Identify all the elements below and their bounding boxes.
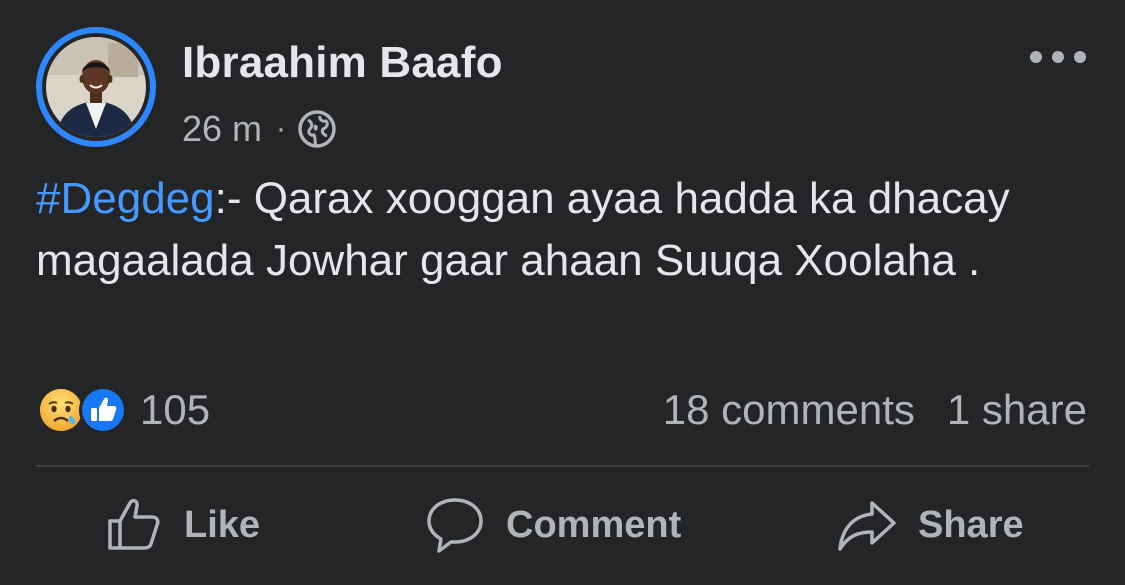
engagement-stats: 18 comments 1 share: [663, 384, 1087, 436]
post-meta: 26 m ·: [182, 106, 338, 152]
reaction-count: 105: [140, 386, 211, 433]
share-arrow-icon: [838, 501, 896, 551]
more-dot-icon: [1052, 51, 1064, 63]
post-timestamp[interactable]: 26 m: [182, 108, 262, 150]
more-dot-icon: [1030, 51, 1042, 63]
more-options-button[interactable]: [1030, 40, 1086, 74]
avatar[interactable]: [36, 27, 156, 147]
comment-button[interactable]: Comment: [424, 492, 681, 558]
like-reaction-icon: [79, 386, 127, 434]
like-label: Like: [184, 503, 261, 546]
comments-count[interactable]: 18 comments: [663, 386, 915, 434]
hashtag-link[interactable]: #Degdeg: [36, 174, 215, 223]
post-text: #Degdeg:- Qarax xooggan ayaa hadda ka dh…: [36, 168, 1096, 292]
author-name[interactable]: Ibraahim Baafo: [182, 38, 503, 88]
profile-photo: [46, 37, 146, 137]
share-label: Share: [918, 503, 1024, 546]
thumbs-up-icon: [108, 498, 160, 550]
comment-label: Comment: [506, 503, 682, 546]
share-button[interactable]: Share: [836, 492, 1024, 558]
shares-count[interactable]: 1 share: [947, 386, 1087, 434]
facebook-post: Ibraahim Baafo 26 m · #Degdeg:- Qarax xo…: [0, 0, 1125, 585]
globe-icon[interactable]: [296, 108, 338, 150]
meta-separator: ·: [276, 112, 287, 145]
divider: [36, 465, 1089, 467]
reactions-summary[interactable]: 105: [36, 384, 210, 436]
more-dot-icon: [1074, 51, 1086, 63]
like-button[interactable]: Like: [104, 492, 260, 558]
speech-bubble-icon: [427, 498, 483, 553]
